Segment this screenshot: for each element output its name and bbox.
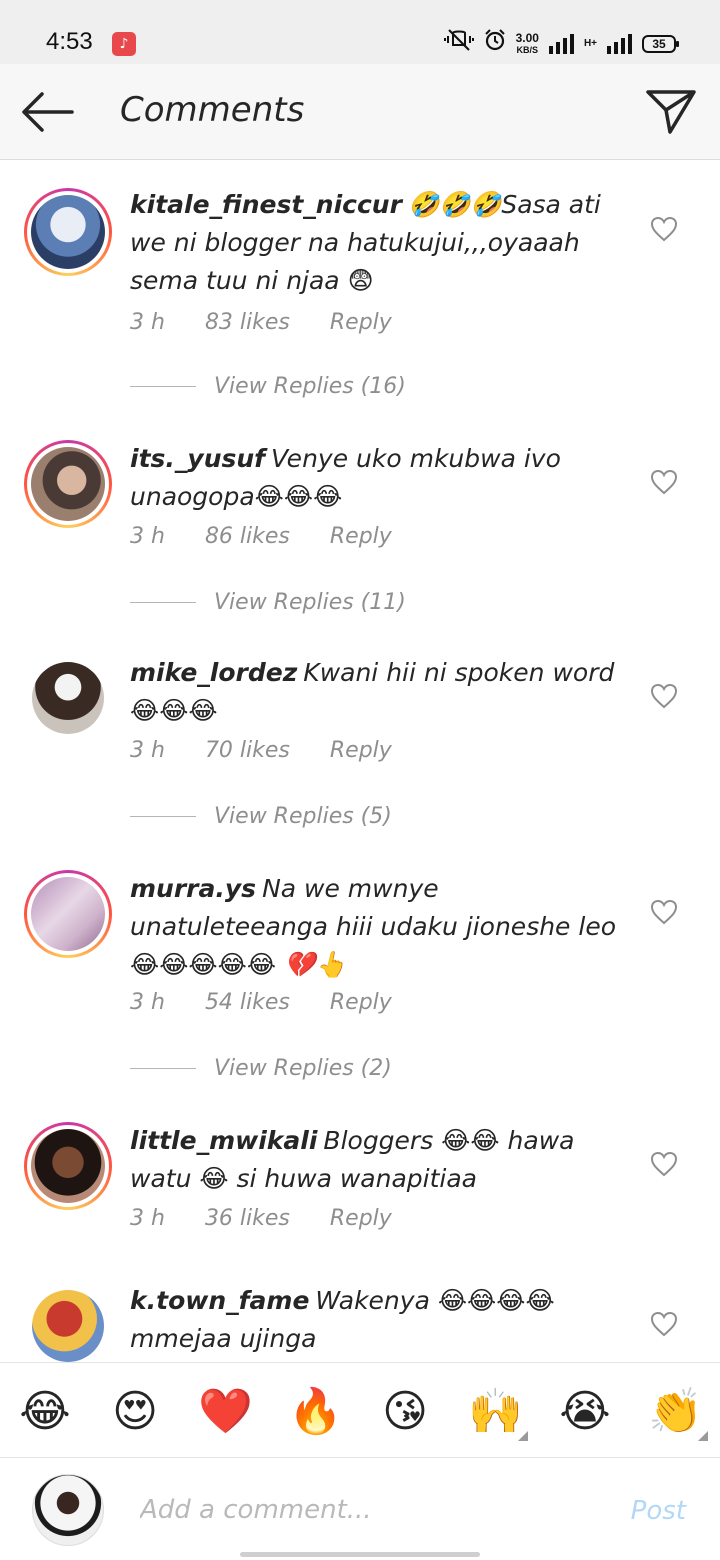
comment-time: 3 h	[130, 738, 165, 763]
comment-likes[interactable]: 70 likes	[205, 738, 290, 763]
reply-button[interactable]: Reply	[330, 524, 392, 549]
skin-tone-indicator	[698, 1431, 708, 1441]
signal-icon-2	[607, 34, 632, 54]
home-indicator[interactable]	[240, 1552, 480, 1557]
view-replies-button[interactable]: View Replies (2)	[130, 1056, 392, 1081]
comment-meta: 3 h 54 likes Reply	[130, 990, 392, 1015]
comment-likes[interactable]: 36 likes	[205, 1206, 290, 1231]
emoji-clapping-button[interactable]: 👏	[648, 1385, 708, 1441]
comment-meta: 3 h 86 likes Reply	[130, 524, 392, 549]
divider	[130, 386, 196, 387]
comment-time: 3 h	[130, 524, 165, 549]
comment-meta: 3 h 83 likes Reply	[130, 310, 392, 335]
music-app-icon: ♪	[112, 32, 136, 56]
paper-plane-icon	[646, 90, 696, 134]
view-replies-label: View Replies (16)	[214, 374, 406, 399]
comment-username[interactable]: little_mwikali	[130, 1126, 317, 1155]
comment-username[interactable]: its._yusuf	[130, 444, 265, 473]
emoji-raised-hands-button[interactable]: 🙌	[468, 1385, 528, 1441]
avatar[interactable]	[24, 870, 112, 958]
status-bar: 4:53 ♪ 3.00 KB/S H+ 35	[0, 0, 720, 64]
comment-time: 3 h	[130, 990, 165, 1015]
network-speed: 3.00 KB/S	[515, 31, 539, 55]
heart-icon[interactable]	[650, 1311, 678, 1337]
comments-list[interactable]: kitale_finest_niccur 🤣🤣🤣Sasa ati we ni bl…	[0, 164, 720, 1362]
avatar[interactable]	[24, 188, 112, 276]
heart-icon[interactable]	[650, 1151, 678, 1177]
view-replies-label: View Replies (11)	[214, 590, 406, 615]
view-replies-button[interactable]: View Replies (16)	[130, 374, 406, 399]
divider	[130, 1068, 196, 1069]
avatar[interactable]	[32, 662, 104, 734]
comment-composer: Post	[0, 1458, 720, 1560]
view-replies-button[interactable]: View Replies (5)	[130, 804, 392, 829]
battery-icon: 35	[642, 35, 679, 53]
signal-icon	[548, 34, 574, 54]
alarm-icon	[484, 28, 506, 60]
comment-text: little_mwikali Bloggers 😂😂 hawa watu 😂 si…	[130, 1122, 630, 1198]
reply-button[interactable]: Reply	[330, 990, 392, 1015]
emoji-kiss-button[interactable]: 😘	[378, 1385, 432, 1439]
avatar[interactable]	[24, 440, 112, 528]
comment-text: mike_lordez Kwani hii ni spoken word 😂😂😂	[130, 654, 630, 730]
comment-time: 3 h	[130, 310, 165, 335]
divider	[130, 816, 196, 817]
comment-text: k.town_fame Wakenya 😂😂😂😂 mmejaa ujinga	[130, 1282, 630, 1358]
comment-username[interactable]: kitale_finest_niccur	[130, 190, 402, 219]
comment-likes[interactable]: 86 likes	[205, 524, 290, 549]
emoji-fire-button[interactable]: 🔥	[288, 1385, 343, 1439]
reply-button[interactable]: Reply	[330, 1206, 392, 1231]
view-replies-button[interactable]: View Replies (11)	[130, 590, 406, 615]
avatar	[32, 1474, 104, 1546]
status-time: 4:53	[46, 28, 93, 55]
reply-button[interactable]: Reply	[330, 310, 392, 335]
comment-username[interactable]: mike_lordez	[130, 658, 297, 687]
view-replies-label: View Replies (5)	[214, 804, 392, 829]
emoji-red-heart-button[interactable]: ❤️	[198, 1385, 253, 1439]
heart-icon[interactable]	[650, 899, 678, 925]
comment-input[interactable]	[140, 1488, 580, 1532]
emoji-tears-of-joy-button[interactable]: 😂	[18, 1385, 72, 1439]
comment-meta: 3 h 70 likes Reply	[130, 738, 392, 763]
comment-text: murra.ys Na we mwnye unatuleteeanga hiii …	[130, 870, 630, 984]
heart-icon[interactable]	[650, 469, 678, 495]
emoji-crying-button[interactable]: 😭	[558, 1385, 612, 1439]
comment-text: kitale_finest_niccur 🤣🤣🤣Sasa ati we ni bl…	[130, 186, 630, 300]
post-button[interactable]: Post	[631, 1496, 686, 1526]
status-icons: 3.00 KB/S H+ 35	[443, 28, 679, 60]
share-button[interactable]	[644, 86, 698, 136]
comment-likes[interactable]: 54 likes	[205, 990, 290, 1015]
network-type: H+	[583, 38, 597, 49]
comment-time: 3 h	[130, 1206, 165, 1231]
divider	[130, 602, 196, 603]
header-bar: Comments	[0, 64, 720, 160]
heart-icon[interactable]	[650, 216, 678, 242]
page-title: Comments	[120, 90, 305, 130]
skin-tone-indicator	[518, 1431, 528, 1441]
emoji-heart-eyes-button[interactable]: 😍	[108, 1385, 162, 1439]
emoji-quick-bar: 😂 😍 ❤️ 🔥 😘 🙌 😭 👏	[0, 1362, 720, 1458]
comment-likes[interactable]: 83 likes	[205, 310, 290, 335]
back-button[interactable]	[20, 88, 76, 136]
avatar[interactable]	[24, 1122, 112, 1210]
heart-icon[interactable]	[650, 683, 678, 709]
view-replies-label: View Replies (2)	[214, 1056, 392, 1081]
avatar[interactable]	[32, 1290, 104, 1362]
reply-button[interactable]: Reply	[330, 738, 392, 763]
comment-username[interactable]: k.town_fame	[130, 1286, 309, 1315]
arrow-left-icon	[22, 92, 74, 132]
vibrate-mute-icon	[443, 28, 474, 60]
comment-meta: 3 h 36 likes Reply	[130, 1206, 392, 1231]
comment-text: its._yusuf Venye uko mkubwa ivo unaogopa😂…	[130, 440, 630, 516]
comment-username[interactable]: murra.ys	[130, 874, 256, 903]
